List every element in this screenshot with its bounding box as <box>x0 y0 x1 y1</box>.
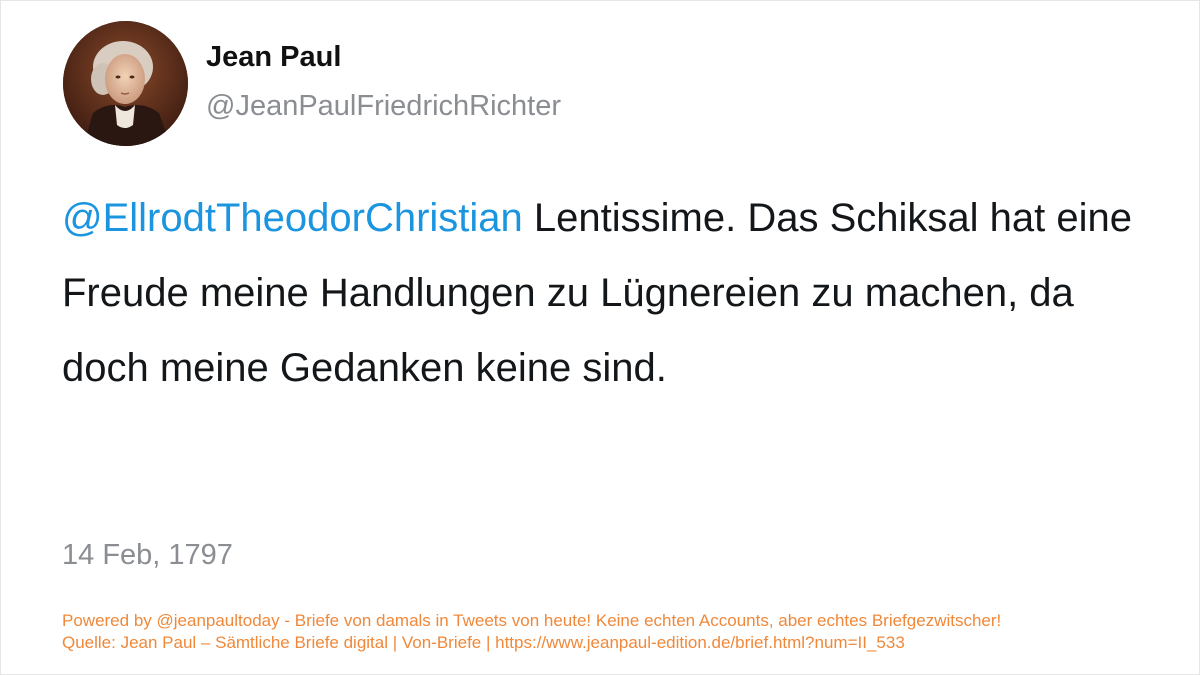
portrait-image <box>63 21 188 146</box>
tweet-date: 14 Feb, 1797 <box>62 539 233 571</box>
footer-credits: Powered by @jeanpaultoday - Briefe von d… <box>62 610 1001 654</box>
avatar[interactable] <box>63 21 188 146</box>
author-handle[interactable]: @JeanPaulFriedrichRichter <box>206 90 561 123</box>
footer-line-source: Quelle: Jean Paul – Sämtliche Briefe dig… <box>62 633 905 652</box>
author-display-name[interactable]: Jean Paul <box>206 41 341 74</box>
mention-link[interactable]: @EllrodtTheodorChristian <box>62 196 523 240</box>
tweet-text: @EllrodtTheodorChristian Lentissime. Das… <box>62 181 1142 406</box>
footer-line-powered-by: Powered by @jeanpaultoday - Briefe von d… <box>62 611 1002 630</box>
tweet-card: Jean Paul @JeanPaulFriedrichRichter @Ell… <box>0 0 1200 675</box>
